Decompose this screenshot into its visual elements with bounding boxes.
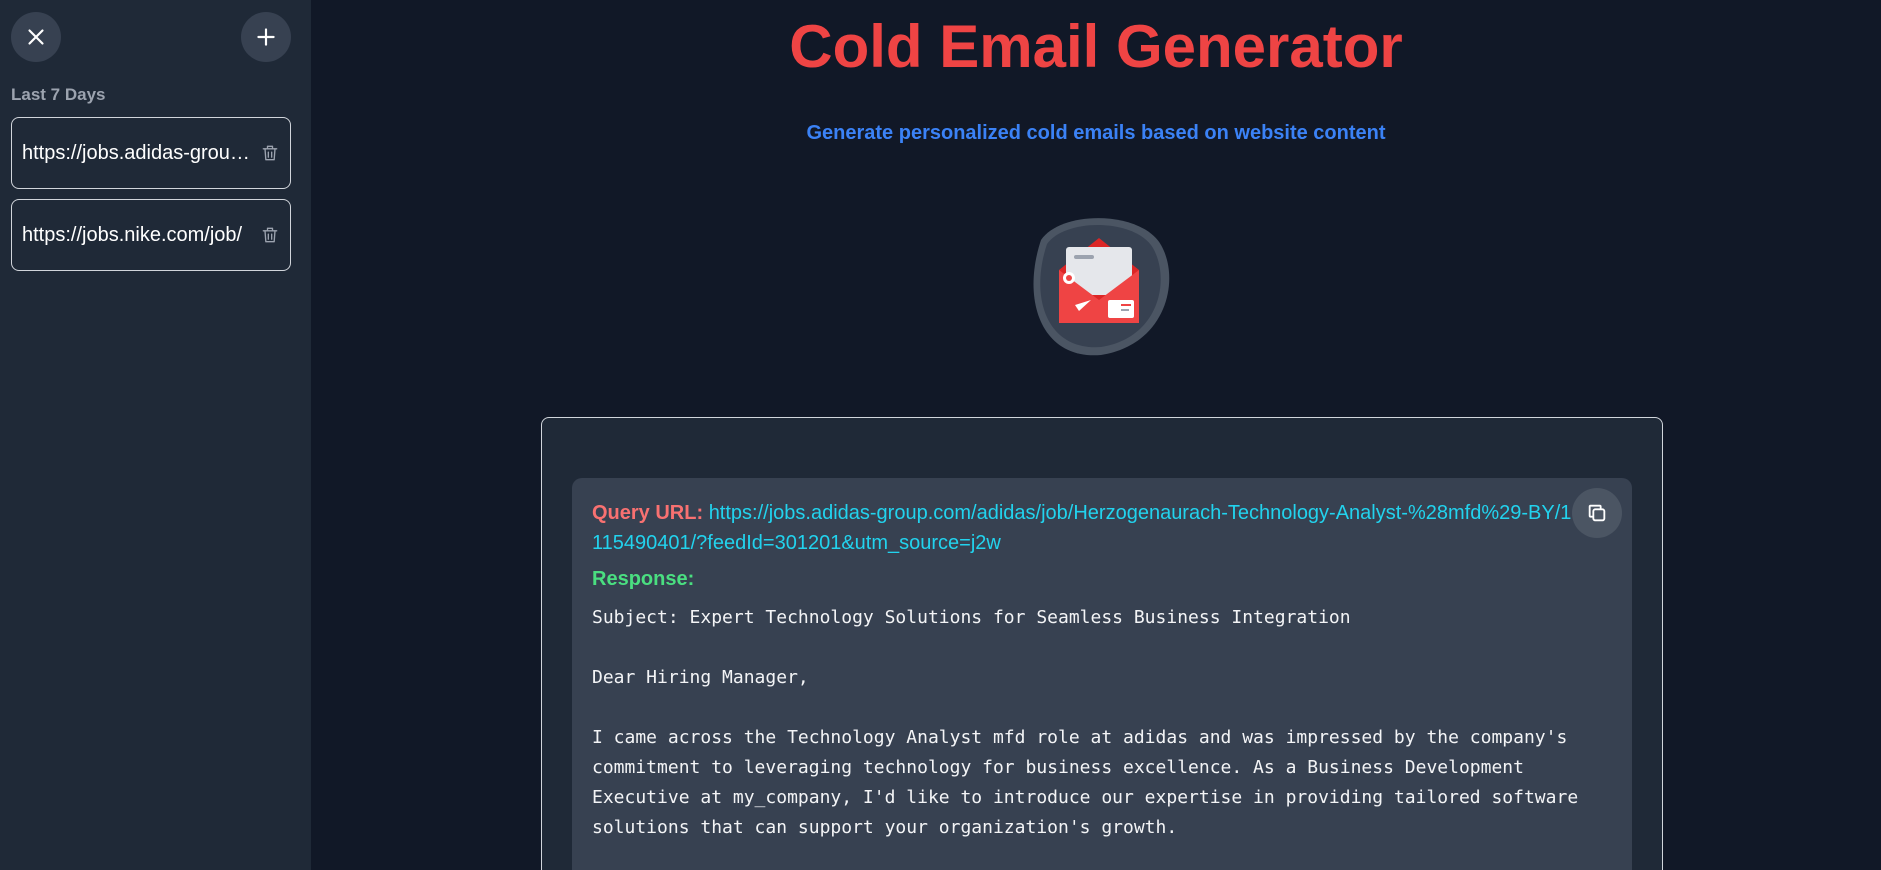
plus-icon <box>257 28 275 46</box>
history-item-label: https://jobs.adidas-group.com/adidas/job… <box>22 141 260 164</box>
history-section-label: Last 7 Days <box>11 85 106 104</box>
trash-icon[interactable] <box>260 225 280 245</box>
results-panel: Query URL: https://jobs.adidas-group.com… <box>541 417 1663 870</box>
email-response-text: Subject: Expert Technology Solutions for… <box>592 607 1579 838</box>
trash-icon[interactable] <box>260 143 280 163</box>
response-label: Response: <box>592 568 695 590</box>
history-item[interactable]: https://jobs.nike.com/job/ <box>11 199 291 271</box>
query-url-link[interactable]: https://jobs.adidas-group.com/adidas/job… <box>592 502 1571 554</box>
query-url-label: Query URL: <box>592 502 704 524</box>
close-icon <box>28 29 44 45</box>
close-sidebar-button[interactable] <box>11 12 61 62</box>
history-item[interactable]: https://jobs.adidas-group.com/adidas/job… <box>11 117 291 189</box>
page-subtitle: Generate personalized cold emails based … <box>806 122 1386 144</box>
result-card: Query URL: https://jobs.adidas-group.com… <box>572 478 1632 870</box>
app-root: Last 7 Days https://jobs.adidas-group.co… <box>0 0 1881 870</box>
query-line: Query URL: https://jobs.adidas-group.com… <box>592 498 1612 558</box>
history-item-label: https://jobs.nike.com/job/ <box>22 223 243 246</box>
new-chat-button[interactable] <box>241 12 291 62</box>
email-envelope-logo <box>1033 218 1170 356</box>
copy-button[interactable] <box>1572 488 1622 538</box>
page-title: Cold Email Generator <box>789 13 1403 80</box>
main-content: Cold Email Generator Generate personaliz… <box>311 0 1881 870</box>
sidebar: Last 7 Days https://jobs.adidas-group.co… <box>0 0 311 870</box>
copy-icon <box>1588 504 1606 522</box>
